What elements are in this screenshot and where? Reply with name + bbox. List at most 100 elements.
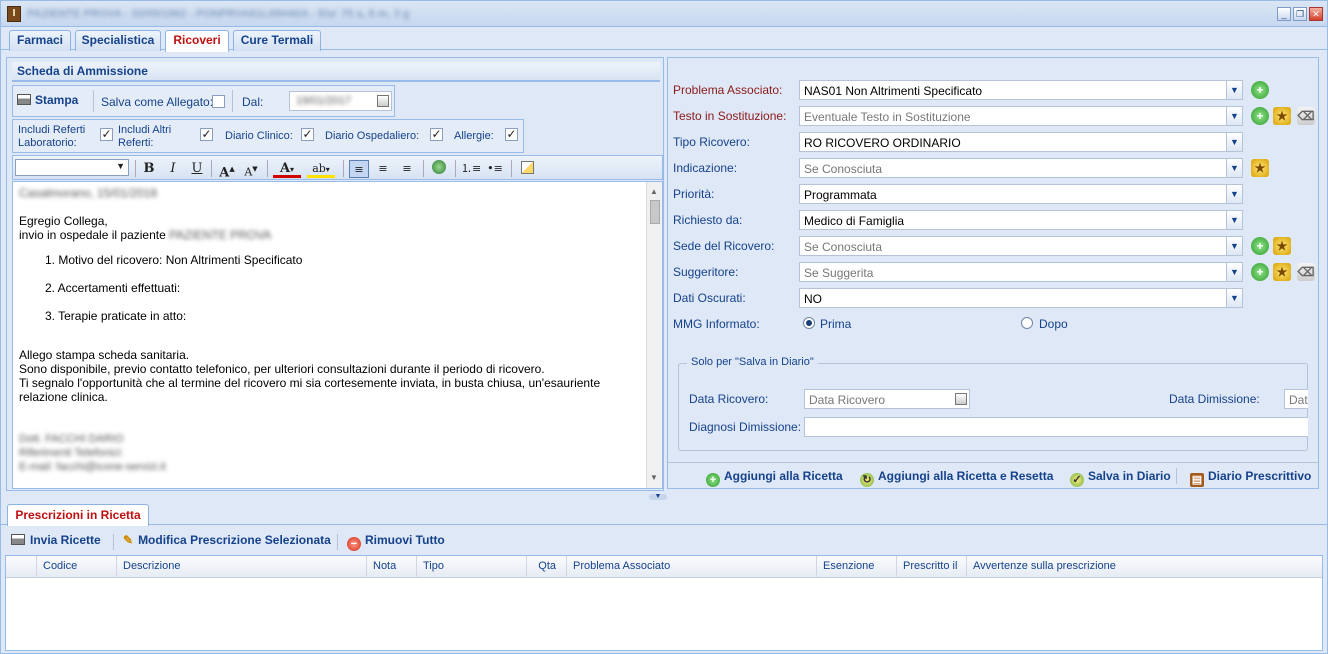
highlight-icon[interactable]: ab▾ (307, 160, 335, 178)
collapse-icon[interactable]: ▼ (649, 493, 667, 500)
diario-ospedaliero-checkbox[interactable]: ✓ (430, 128, 443, 141)
underline-button[interactable]: U (187, 160, 207, 178)
radio-prima[interactable] (803, 317, 815, 329)
stampa-label: Stampa (35, 93, 79, 107)
panel-splitter[interactable]: ▼ (1, 493, 1327, 501)
add-icon[interactable]: + (1251, 81, 1269, 99)
align-right-icon[interactable]: ≡ (397, 160, 417, 178)
col-esenzione[interactable]: Esenzione (816, 556, 896, 578)
numbered-list-icon[interactable]: ⒈≡ (461, 160, 481, 178)
problema-associato-combo[interactable]: NAS01 Non Altrimenti Specificato ▼ (799, 80, 1243, 100)
chevron-down-icon[interactable]: ▼ (1226, 133, 1242, 151)
col-codice[interactable]: Codice (36, 556, 116, 578)
letter-editor[interactable]: Casalmorano, 15/01/2018 Egregio Collega,… (12, 181, 663, 489)
minimize-button[interactable]: _ (1277, 7, 1291, 21)
font-color-icon[interactable]: A▾ (273, 160, 301, 178)
select-column[interactable] (6, 556, 36, 578)
favorite-icon[interactable]: ★ (1251, 159, 1269, 177)
diario-clinico-checkbox[interactable]: ✓ (301, 128, 314, 141)
suggeritore-combo[interactable]: Se Suggerita ▼ (799, 262, 1243, 282)
close-button[interactable]: ✕ (1309, 7, 1323, 21)
salva-diario-button[interactable]: ✓ Salva in Diario (1070, 469, 1171, 487)
chevron-down-icon[interactable]: ▼ (1226, 211, 1242, 229)
tab-ricoveri[interactable]: Ricoveri (165, 30, 229, 52)
clear-icon[interactable]: ⌫ (1297, 263, 1315, 281)
calendar-icon[interactable] (377, 95, 389, 107)
decrease-font-icon[interactable]: A▼ (241, 160, 261, 179)
favorite-icon[interactable]: ★ (1273, 263, 1291, 281)
source-edit-icon[interactable] (517, 160, 537, 178)
favorite-icon[interactable]: ★ (1273, 237, 1291, 255)
col-problema-associato[interactable]: Problema Associato (566, 556, 816, 578)
chevron-down-icon[interactable]: ▼ (1226, 107, 1242, 125)
dal-date-field[interactable]: 19/01/2017 (289, 91, 392, 111)
stampa-button[interactable]: Stampa (17, 93, 78, 107)
tipo-ricovero-combo[interactable]: RO RICOVERO ORDINARIO ▼ (799, 132, 1243, 152)
chevron-down-icon[interactable]: ▼ (1226, 81, 1242, 99)
col-prescritto-il[interactable]: Prescritto il (896, 556, 966, 578)
allergie-checkbox[interactable]: ✓ (505, 128, 518, 141)
increase-font-icon[interactable]: A▲ (217, 160, 237, 180)
font-select[interactable]: ▼ (15, 159, 129, 176)
paragraph: Ti segnalo l'opportunità che al termine … (19, 376, 601, 390)
favorite-icon[interactable]: ★ (1273, 107, 1291, 125)
rimuovi-tutto-button[interactable]: − Rimuovi Tutto (347, 533, 445, 551)
chevron-down-icon[interactable]: ▼ (1226, 237, 1242, 255)
diagnosi-dimissione-input[interactable] (804, 417, 1308, 437)
tab-cure-termali[interactable]: Cure Termali (233, 30, 321, 51)
bold-button[interactable]: B (139, 160, 159, 178)
salva-allegato-checkbox[interactable] (212, 95, 225, 108)
col-avvertenze[interactable]: Avvertenze sulla prescrizione (966, 556, 1322, 578)
priorita-combo[interactable]: Programmata ▼ (799, 184, 1243, 204)
clear-icon[interactable]: ⌫ (1297, 107, 1315, 125)
button-label: Salva in Diario (1088, 469, 1171, 483)
align-center-icon[interactable]: ≡ (373, 160, 393, 178)
include-options: Includi Referti Laboratorio: ✓ Includi A… (12, 119, 524, 153)
admission-panel: Scheda di Ammissione Stampa Salva come A… (6, 57, 664, 491)
chevron-down-icon[interactable]: ▼ (1226, 185, 1242, 203)
italic-button[interactable]: I (163, 160, 183, 178)
add-icon[interactable]: + (1251, 107, 1269, 125)
align-left-icon[interactable]: ≡ (349, 160, 369, 178)
field-label: Sede del Ricovero: (673, 239, 775, 253)
editor-scrollbar[interactable]: ▲ ▼ (646, 182, 662, 488)
sede-ricovero-combo[interactable]: Se Conosciuta ▼ (799, 236, 1243, 256)
scroll-up-icon[interactable]: ▲ (650, 185, 658, 199)
aggiungi-resetta-button[interactable]: ↻ Aggiungi alla Ricetta e Resetta (860, 469, 1053, 487)
tab-farmaci[interactable]: Farmaci (9, 30, 71, 51)
divider (211, 160, 212, 177)
chevron-down-icon[interactable]: ▼ (1226, 263, 1242, 281)
bullet-list-icon[interactable]: •≡ (485, 160, 505, 178)
diario-prescrittivo-button[interactable]: ▤ Diario Prescrittivo (1190, 469, 1311, 487)
invia-ricette-button[interactable]: Invia Ricette (11, 533, 101, 547)
includi-altri-referti-checkbox[interactable]: ✓ (200, 128, 213, 141)
aggiungi-ricetta-button[interactable]: + Aggiungi alla Ricetta (706, 469, 843, 487)
modifica-prescrizione-button[interactable]: ✎ Modifica Prescrizione Selezionata (123, 533, 331, 547)
tab-prescrizioni[interactable]: Prescrizioni in Ricetta (7, 504, 149, 526)
includi-referti-lab-checkbox[interactable]: ✓ (100, 128, 113, 141)
tab-specialistica[interactable]: Specialistica (75, 30, 161, 51)
scroll-thumb[interactable] (650, 200, 660, 224)
divider (232, 90, 233, 112)
dati-oscurati-combo[interactable]: NO ▼ (799, 288, 1243, 308)
grid-header: Codice Descrizione Nota Tipo Qta Problem… (6, 556, 1322, 578)
chevron-down-icon[interactable]: ▼ (1226, 289, 1242, 307)
col-descrizione[interactable]: Descrizione (116, 556, 366, 578)
link-icon[interactable] (429, 160, 449, 178)
add-icon[interactable]: + (1251, 237, 1269, 255)
add-icon[interactable]: + (1251, 263, 1269, 281)
col-qta[interactable]: Qta (526, 556, 566, 578)
restore-button[interactable]: ❐ (1293, 7, 1307, 21)
indicazione-combo[interactable]: Se Conosciuta ▼ (799, 158, 1243, 178)
col-tipo[interactable]: Tipo (416, 556, 526, 578)
chevron-down-icon[interactable]: ▼ (1226, 159, 1242, 177)
radio-dopo[interactable] (1021, 317, 1033, 329)
calendar-icon[interactable] (955, 393, 967, 405)
data-dimissione-input[interactable]: Data (1284, 389, 1308, 409)
data-ricovero-input[interactable]: Data Ricovero (804, 389, 970, 409)
testo-sostituzione-combo[interactable]: Eventuale Testo in Sostituzione ▼ (799, 106, 1243, 126)
richiesto-da-combo[interactable]: Medico di Famiglia ▼ (799, 210, 1243, 230)
prescriptions-grid[interactable]: Codice Descrizione Nota Tipo Qta Problem… (5, 555, 1323, 651)
col-nota[interactable]: Nota (366, 556, 416, 578)
scroll-down-icon[interactable]: ▼ (650, 471, 658, 485)
